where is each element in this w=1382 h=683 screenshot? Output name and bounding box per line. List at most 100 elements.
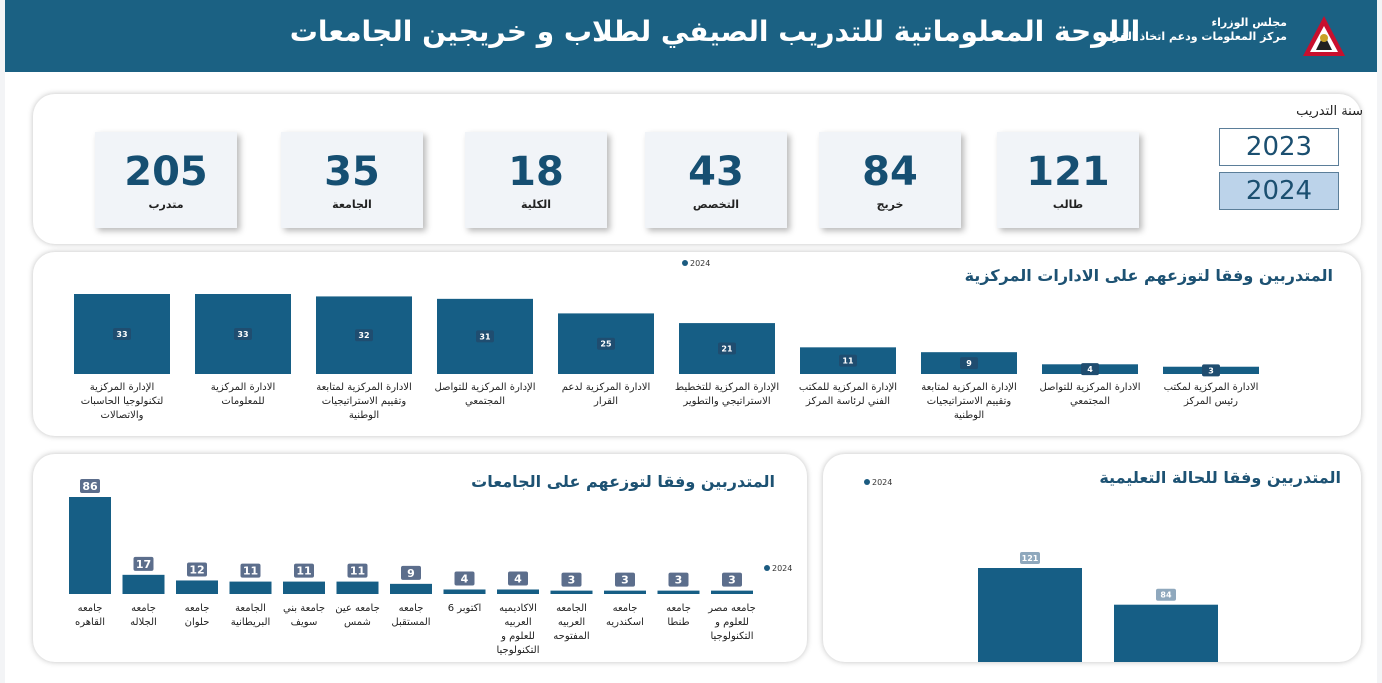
data-label: 33 [237, 330, 248, 339]
category-label: الإدارة المركزية لتكنولوجيا الحاسبات والات… [81, 382, 164, 421]
category-label: جامعه الجلاله [130, 603, 157, 628]
logo-line-cabinet: مجلس الوزراء [1211, 16, 1287, 29]
departments-chart: 2024 3 الادارة المركزية لمكتب رئيس المركز 4 ا… [74, 259, 1259, 421]
data-label: 3 [621, 574, 629, 587]
logo-line-center: مركز المعلومات ودعم اتخاذ القرار [1102, 30, 1287, 43]
data-label: 84 [1160, 591, 1172, 600]
bar [443, 589, 486, 594]
data-label: 11 [296, 565, 311, 578]
category-label: اكتوبر 6 [448, 603, 482, 614]
year-option-2024[interactable]: 2024 [1219, 172, 1339, 210]
data-label: 3 [728, 574, 736, 587]
kpi-label: متدرب [148, 198, 184, 211]
data-label: 4 [1087, 365, 1093, 374]
data-label: 4 [514, 572, 522, 585]
category-label: جامعة بني سويف [283, 603, 325, 628]
bar [497, 589, 539, 594]
data-label: 121 [1022, 554, 1039, 563]
data-label: 11 [243, 565, 258, 578]
legend-marker [682, 260, 688, 266]
data-label: 33 [116, 330, 127, 339]
kpi-value: 205 [124, 149, 208, 195]
data-label: 3 [1208, 366, 1214, 375]
dashboard-body: 121 طالب 84 خريج 43 التخصص 18 الكلية 35 … [5, 72, 1377, 683]
page-title: اللوحة المعلوماتية للتدريب الصيفي لطلاب … [289, 15, 1141, 48]
category-label: الادارة المركزية لدعم القرار [562, 382, 651, 407]
kpi-panel: 121 طالب 84 خريج 43 التخصص 18 الكلية 35 … [33, 94, 1363, 244]
education-chart: 2024121طالب84خريج [864, 478, 1218, 662]
universities-panel: المتدربين وفقا لتوزعهم على الجامعات 2024… [33, 454, 807, 662]
kpi-label: خريج [876, 198, 904, 211]
data-label: 3 [675, 574, 683, 587]
data-label: 4 [461, 572, 469, 585]
legend-label: 2024 [690, 259, 710, 268]
bar [229, 581, 272, 594]
bar [336, 581, 379, 594]
universities-chart: 2024 86 جامعه القاهره 17 جامعه الجلاله 12 جامعه ح… [69, 479, 792, 656]
category-label: جامعه المستقبل [391, 603, 430, 628]
header-bar: اللوحة المعلوماتية للتدريب الصيفي لطلاب … [5, 0, 1377, 72]
category-label: الجامعه العربيه المفتوحه [553, 603, 589, 642]
kpi-label: طالب [1052, 198, 1084, 211]
category-label: الادارة المركزية لمكتب رئيس المركز [1164, 382, 1259, 407]
legend-label: 2024 [772, 564, 792, 573]
bar [122, 574, 165, 594]
kpi-label: الكلية [521, 198, 551, 211]
kpi-label: التخصص [692, 198, 740, 211]
kpi-label: الجامعة [332, 198, 372, 211]
bar [711, 590, 753, 594]
kpi-card-universities: 35 الجامعة [281, 132, 423, 228]
education-panel: المتدربين وفقا للحالة التعليمية 2024121ط… [823, 454, 1361, 662]
eagle-icon [1303, 16, 1345, 56]
data-label: 17 [136, 558, 151, 571]
kpi-value: 35 [324, 149, 380, 195]
data-label: 86 [82, 480, 98, 493]
kpi-value: 84 [862, 149, 918, 195]
category-label: الإدارة المركزية للتخطيط الاستراتيجي والت… [675, 382, 779, 407]
bar [283, 581, 325, 594]
category-label: جامعه اسكندريه [606, 603, 644, 628]
data-label: 11 [842, 357, 854, 366]
bar [176, 580, 218, 594]
kpi-card-students: 121 طالب [997, 132, 1139, 228]
data-label: 9 [407, 567, 415, 580]
category-label: الاكاديميه العربيه للعلوم و التكنولوجيا [496, 603, 539, 656]
data-label: 21 [721, 345, 733, 354]
bar [390, 583, 432, 594]
category-label: جامعه عين شمس [335, 603, 380, 628]
kpi-card-trainees: 205 متدرب [95, 132, 237, 228]
category-label: جامعه مصر للعلوم و التكنولوجيا [707, 603, 756, 642]
data-label: 32 [358, 331, 369, 340]
data-label: 11 [350, 565, 365, 578]
data-label: 3 [568, 574, 576, 587]
year-option-2023[interactable]: 2023 [1219, 128, 1339, 166]
bar [550, 590, 593, 594]
category-label: الإدارة المركزية للتواصل المجتمعي [434, 382, 535, 407]
departments-panel: المتدربين وفقا لتوزعهم على الادارات المر… [33, 252, 1361, 436]
category-label: الادارة المركزية للتواصل المجتمعي [1039, 382, 1140, 407]
legend-marker [764, 565, 770, 571]
category-label: جامعه القاهره [75, 603, 105, 628]
logo-text: مجلس الوزراء مركز المعلومات ودعم اتخاذ ا… [1087, 16, 1287, 44]
category-label: جامعه طنطا [666, 603, 691, 628]
kpi-value: 18 [508, 149, 564, 195]
data-label: 25 [600, 340, 612, 349]
kpi-card-faculties: 18 الكلية [465, 132, 607, 228]
category-label: الادارة المركزية للمعلومات [211, 382, 276, 407]
bar [657, 590, 700, 594]
bar [604, 590, 646, 594]
bar [69, 497, 111, 594]
kpi-card-graduates: 84 خريج [819, 132, 961, 228]
slicer-title: سنة التدريب [1296, 104, 1363, 119]
data-label: 31 [479, 332, 491, 341]
category-label: جامعه حلوان [185, 603, 210, 628]
category-label: الجامعة البريطانية [231, 603, 271, 628]
kpi-value: 43 [688, 149, 744, 195]
legend-marker [864, 479, 870, 485]
category-label: الإدارة المركزية للمكتب الفني لرئاسة المر… [799, 382, 897, 407]
bar [1114, 604, 1218, 662]
category-label: الإدارة المركزية لمتابعة وتقييم الاستراتي… [921, 382, 1017, 421]
kpi-value: 121 [1026, 149, 1110, 195]
data-label: 9 [966, 359, 972, 368]
category-label: الادارة المركزية لمتابعة وتقييم الاستراتي… [316, 382, 412, 421]
